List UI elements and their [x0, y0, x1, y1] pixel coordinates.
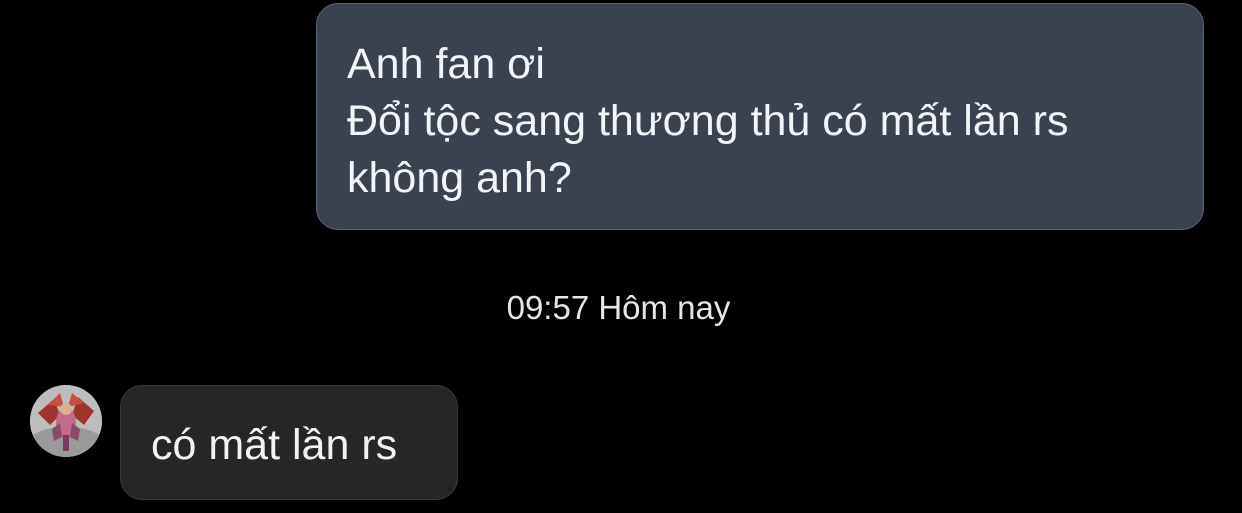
message-line: Đổi tộc sang thương thủ có mất lần rs	[347, 97, 1069, 145]
outgoing-message-bubble[interactable]: Anh fan ơi Đổi tộc sang thương thủ có mấ…	[316, 3, 1204, 230]
message-text: có mất lần rs	[151, 421, 398, 469]
message-timestamp: 09:57 Hôm nay	[506, 289, 731, 326]
avatar[interactable]	[30, 385, 102, 457]
incoming-message-bubble[interactable]: có mất lần rs	[120, 385, 458, 500]
message-line: không anh?	[347, 154, 572, 202]
message-line: Anh fan ơi	[347, 40, 545, 88]
profile-avatar-icon	[30, 385, 102, 457]
